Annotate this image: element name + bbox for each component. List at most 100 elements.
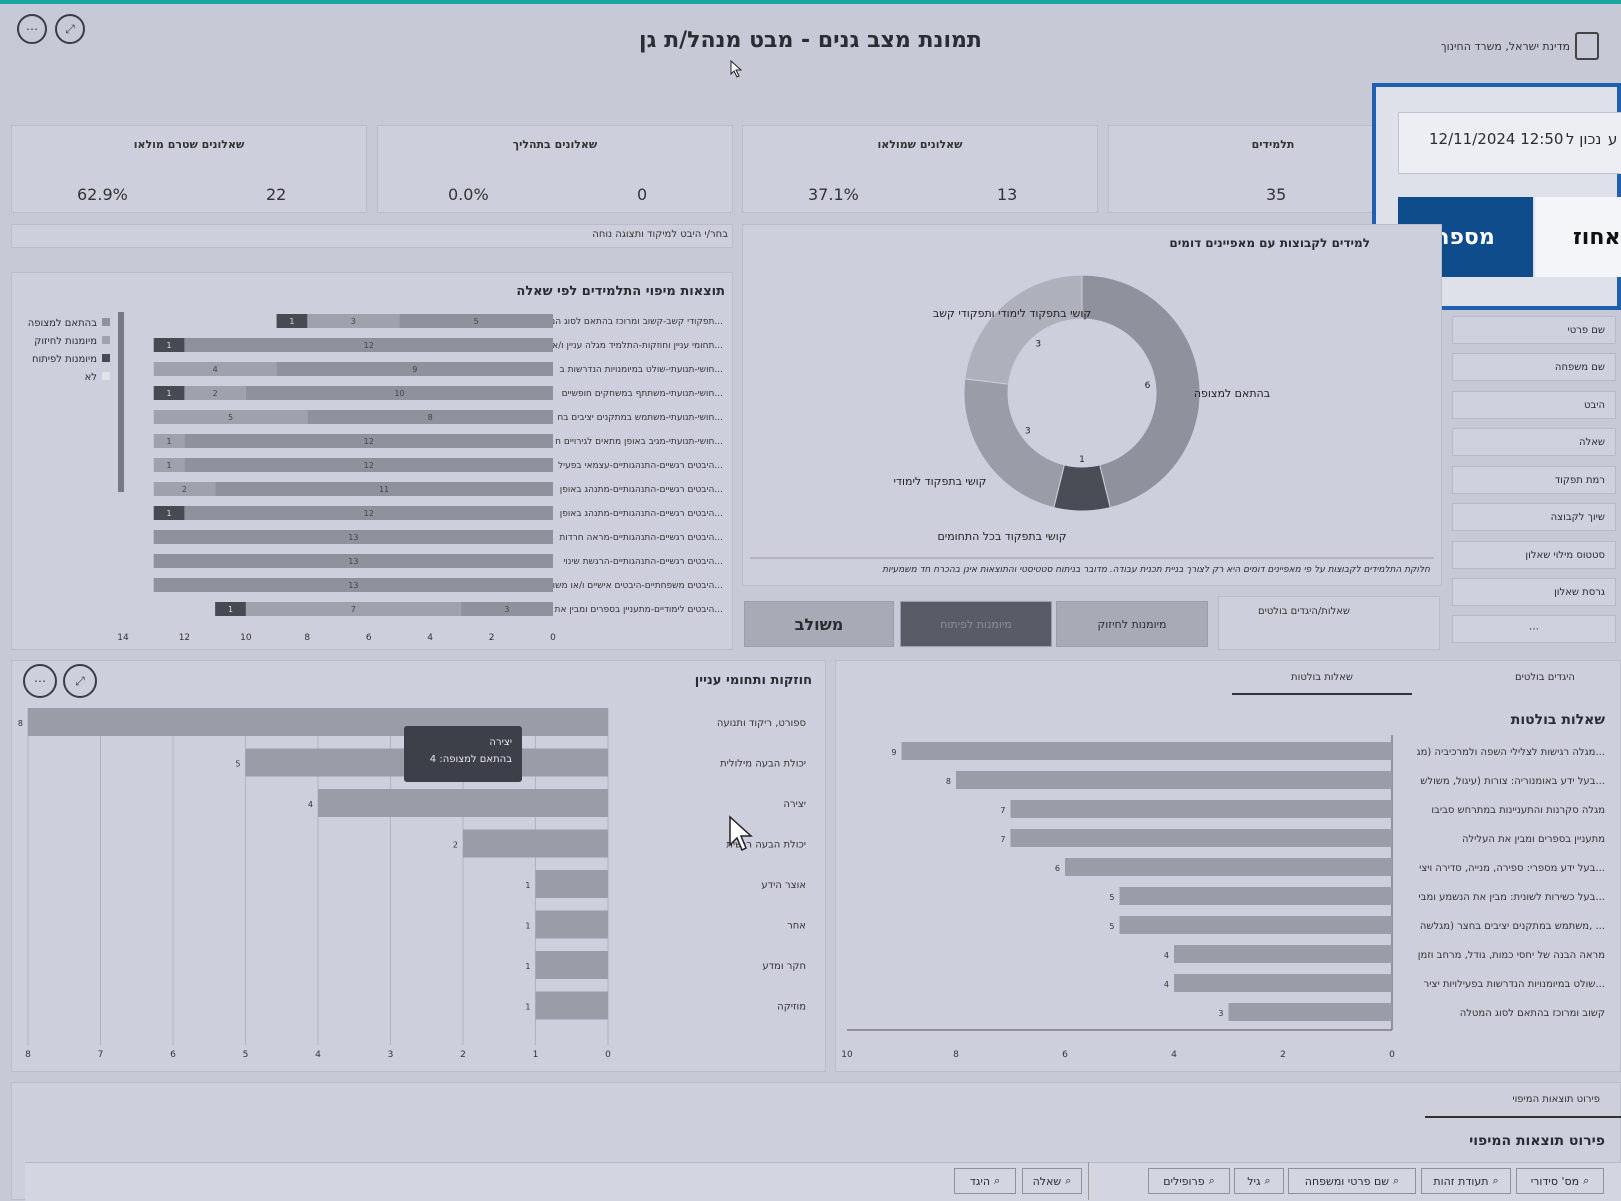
mapping-category-label: חושי-תנועתי-מגיב באופן מתאים לגירויים ח.… bbox=[555, 437, 723, 447]
details-divider bbox=[1088, 1162, 1089, 1200]
strengths-x-tick: 0 bbox=[605, 1050, 611, 1060]
mapping-chart-title: תוצאות מיפוי התלמידים לפי שאלה bbox=[516, 284, 725, 299]
search-icon: ⌕ bbox=[1065, 1174, 1072, 1187]
mapping-segment-label: 3 bbox=[504, 605, 509, 614]
bold-bar[interactable] bbox=[1010, 800, 1393, 818]
filter-questionnaire-version[interactable]: גרסת שאלון bbox=[1452, 578, 1616, 606]
search-id-button[interactable]: ⌕ תעודת זהות bbox=[1421, 1168, 1511, 1194]
strengths-bar[interactable] bbox=[535, 910, 609, 939]
strengths-more-button[interactable]: ⋯ bbox=[23, 664, 57, 698]
tab-bold-questions[interactable]: שאלות בולטות bbox=[1232, 672, 1412, 683]
search-icon: ⌕ bbox=[1208, 1174, 1215, 1187]
strengths-bar[interactable] bbox=[535, 870, 609, 898]
search-icon: ⌕ bbox=[1583, 1174, 1590, 1187]
bold-bar[interactable] bbox=[1119, 916, 1393, 934]
mapping-segment-label: 5 bbox=[474, 317, 479, 326]
mapping-segment-label: 10 bbox=[394, 389, 404, 398]
bold-x-tick: 10 bbox=[841, 1050, 853, 1060]
tab-strength-skill[interactable]: מיומנות לחיזוק bbox=[1056, 601, 1208, 647]
mapping-chart: תפקודי קשב-קשוב ומרוכז בהתאם לסוג המ... 5… bbox=[117, 314, 723, 643]
mapping-segment-label: 1 bbox=[289, 317, 294, 326]
bold-bar[interactable] bbox=[956, 771, 1392, 789]
strengths-bar[interactable] bbox=[535, 991, 609, 1020]
mapping-segment-label: 13 bbox=[348, 557, 358, 566]
bold-category-label: מגלה רגישות לצלילי השפה ולמרכיביה (מג... bbox=[1416, 747, 1605, 758]
kpi-label: שאלונים שמולאו bbox=[877, 138, 963, 151]
mapping-segment-label: 1 bbox=[167, 389, 172, 398]
bold-bar[interactable] bbox=[1010, 829, 1393, 847]
search-question-button[interactable]: ⌕ שאלה bbox=[1022, 1168, 1082, 1194]
filter-last-name[interactable]: שם משפחה bbox=[1452, 353, 1616, 381]
bold-bar[interactable] bbox=[1119, 887, 1393, 905]
bold-questions-card[interactable] bbox=[1218, 596, 1440, 650]
bold-bar[interactable] bbox=[1174, 974, 1392, 992]
kpi-value: 22 bbox=[266, 185, 287, 204]
percent-toggle-button[interactable]: אחוז bbox=[1535, 197, 1621, 277]
mapping-segment-label: 11 bbox=[379, 485, 389, 494]
kpi-percent: 62.9% bbox=[77, 185, 128, 204]
strengths-category-label: מוזיקה bbox=[777, 1002, 806, 1013]
filter-question[interactable]: שאלה bbox=[1452, 428, 1616, 456]
strengths-category-label: יצירה bbox=[783, 799, 806, 810]
mapping-segment-label: 12 bbox=[364, 509, 374, 518]
search-fullname-button[interactable]: ⌕ שם פרטי ומשפחה bbox=[1288, 1168, 1416, 1194]
filter-group-assignment[interactable]: שיוך לקבוצה bbox=[1452, 503, 1616, 531]
mapping-segment-label: 2 bbox=[182, 485, 187, 494]
search-profiles-button[interactable]: ⌕ פרופילים bbox=[1148, 1168, 1230, 1194]
filter-function-level[interactable]: רמת תפקוד bbox=[1452, 466, 1616, 494]
donut-slice[interactable] bbox=[964, 274, 1083, 385]
strengths-bar-value: 8 bbox=[18, 719, 23, 728]
ministry-label: מדינת ישראל, משרד החינוך bbox=[1440, 40, 1570, 53]
mapping-segment-label: 2 bbox=[213, 389, 218, 398]
mapping-category-label: היבטים משפחתיים-היבטים אישיים ו/או משו..… bbox=[553, 581, 723, 591]
bold-questions-chart: 10 8 6 4 2 0 9 מגלה רגישות לצלילי השפה ולמרכיבי… bbox=[841, 735, 1605, 1060]
mouse-cursor-icon bbox=[730, 60, 743, 78]
strengths-bar[interactable] bbox=[463, 829, 608, 858]
kpi-label: שאלונים בתהליך bbox=[512, 138, 598, 151]
search-serial-button[interactable]: ⌕ מס' סידורי bbox=[1516, 1168, 1604, 1194]
bold-category-label: קשוב ומרוכז בהתאם לסוג המטלה bbox=[1460, 1008, 1605, 1019]
mapping-category-label: חושי-תנועתי-משתתף במשחקים חופשיים... bbox=[562, 389, 723, 399]
filter-questionnaire-status[interactable]: סטטוס מילוי שאלון bbox=[1452, 541, 1616, 569]
filter-aspect[interactable]: היבט bbox=[1452, 391, 1616, 419]
mapping-segment-label: 12 bbox=[364, 341, 374, 350]
strengths-x-tick: 5 bbox=[243, 1050, 249, 1060]
mapping-segment-label: 9 bbox=[412, 365, 417, 374]
strengths-bar-value: 1 bbox=[525, 962, 530, 971]
strengths-bar-value: 1 bbox=[525, 922, 530, 931]
strengths-bar[interactable] bbox=[318, 789, 608, 817]
donut-slice[interactable] bbox=[963, 378, 1065, 509]
bold-x-tick: 2 bbox=[1280, 1050, 1286, 1060]
tab-bold-statements[interactable]: היגדים בולטים bbox=[1490, 672, 1600, 683]
filter-first-name[interactable]: שם פרטי bbox=[1452, 316, 1616, 344]
bold-bar[interactable] bbox=[1174, 945, 1392, 963]
search-icon: ⌕ bbox=[994, 1174, 1001, 1187]
strengths-bar[interactable] bbox=[535, 951, 609, 979]
donut-label: קושי בתפקוד לימודי ותפקודי קשב bbox=[933, 307, 1091, 320]
tab-active-underline bbox=[1232, 693, 1412, 695]
mapping-segment-label: 12 bbox=[364, 461, 374, 470]
bold-bar[interactable] bbox=[1065, 858, 1392, 876]
chart-tooltip: יצירה בהתאם למצופה: 4 bbox=[404, 726, 522, 782]
bold-category-label: מגלה סקרנות והתעניינות במתרחש סביבו bbox=[1431, 805, 1605, 816]
bold-bar-value: 3 bbox=[1218, 1009, 1223, 1018]
strengths-x-tick: 2 bbox=[460, 1050, 466, 1060]
search-statement-button[interactable]: ⌕ היגד bbox=[954, 1168, 1016, 1194]
mapping-segment-label: 1 bbox=[167, 437, 172, 446]
strengths-expand-button[interactable]: ⤢ bbox=[63, 664, 97, 698]
filters-more-button[interactable]: ⋯ bbox=[1452, 615, 1616, 643]
bold-questions-title: שאלות בולטות bbox=[1510, 712, 1605, 728]
tab-details[interactable]: פירוט תוצאות המיפוי bbox=[1420, 1094, 1600, 1105]
bold-bar[interactable] bbox=[901, 742, 1393, 760]
tab-combined[interactable]: משולב bbox=[744, 601, 894, 647]
mapping-category-label: היבטים רגשיים-התנהגותיים-הרגשת שינוי... bbox=[563, 557, 723, 567]
bold-bar[interactable] bbox=[1228, 1003, 1393, 1021]
tab-development-skill[interactable]: מיומנות לפיתוח bbox=[900, 601, 1052, 647]
mapping-segment-label: 4 bbox=[213, 365, 218, 374]
kpi-value: 0 bbox=[637, 185, 648, 204]
mapping-segment-label: 1 bbox=[167, 509, 172, 518]
search-age-button[interactable]: ⌕ גיל bbox=[1234, 1168, 1284, 1194]
search-icon: ⌕ bbox=[1264, 1174, 1271, 1187]
tooltip-title: יצירה bbox=[489, 737, 512, 748]
strengths-bar-value: 1 bbox=[525, 1003, 530, 1012]
